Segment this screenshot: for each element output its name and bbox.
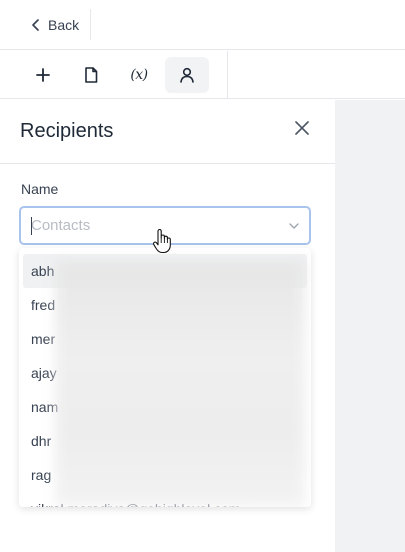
divider [227,51,228,99]
add-button[interactable] [21,57,65,93]
toolbar: (x) [0,51,405,99]
document-icon [85,67,98,83]
canvas-area [335,100,405,552]
document-button[interactable] [69,57,113,93]
list-item[interactable]: nam [23,390,307,424]
user-icon [180,67,194,83]
list-item[interactable]: vikral.moradiya@gohighlevel.com [23,492,307,507]
list-item[interactable]: fred [23,288,307,322]
variable-label: (x) [130,67,148,83]
chevron-down-icon [289,223,299,229]
close-icon [295,121,309,135]
top-bar: Back [0,0,405,50]
list-item[interactable]: rag [23,458,307,492]
back-label: Back [48,17,80,33]
back-button[interactable]: Back [30,14,79,36]
text-caret [31,217,32,235]
list-item[interactable]: mer [23,322,307,356]
plus-icon [36,68,50,82]
hand-cursor-icon [152,228,171,254]
contacts-dropdown: abh fred mer ajay nam dhr rag vikral.mor… [19,248,311,507]
chevron-left-icon [32,19,39,31]
list-item[interactable]: ajay [23,356,307,390]
name-label: Name [21,181,59,197]
divider [0,163,335,164]
close-button[interactable] [290,116,314,140]
user-button[interactable] [165,57,209,93]
divider [90,9,91,40]
list-item[interactable]: dhr [23,424,307,458]
variable-button[interactable]: (x) [117,57,161,93]
panel-title: Recipients [20,120,114,142]
contacts-input[interactable] [31,217,271,234]
list-item[interactable]: abh [23,254,307,288]
